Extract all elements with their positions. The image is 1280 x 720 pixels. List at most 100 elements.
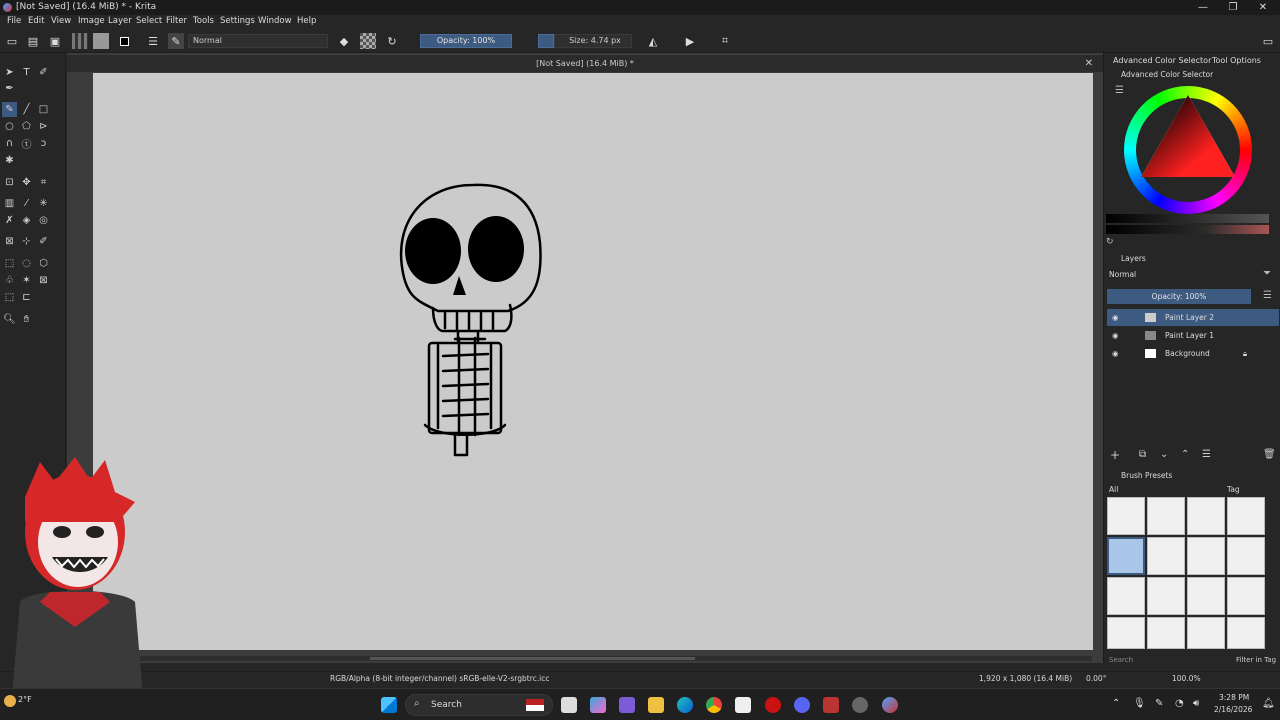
visibility-eye-icon[interactable]: ◉ [1112, 309, 1119, 326]
similar-select-icon[interactable]: ⊠ [36, 273, 51, 288]
text-tool-icon[interactable]: T [19, 65, 34, 80]
transform-tool-icon[interactable]: ⊡ [2, 175, 17, 190]
preserve-alpha-icon[interactable] [360, 33, 376, 49]
menu-filter[interactable]: Filter [166, 16, 187, 26]
ellipse-tool-icon[interactable]: ○ [2, 119, 17, 134]
menu-select[interactable]: Select [136, 16, 162, 26]
color-picker-icon[interactable]: ⁄ [19, 196, 34, 211]
pin-tool-icon[interactable]: ✐ [36, 234, 51, 249]
magnetic-select-icon[interactable]: ⊏ [19, 290, 34, 305]
menu-edit[interactable]: Edit [28, 16, 44, 26]
mirror-vertical-icon[interactable]: ▶ [682, 33, 698, 49]
copilot-icon[interactable] [590, 697, 606, 713]
brush-preset-pencil-2[interactable] [1187, 577, 1225, 615]
line-tool-icon[interactable]: ╱ [19, 102, 34, 117]
brush-search-input[interactable]: Search [1109, 656, 1133, 664]
layer-row-paint-layer-2[interactable]: ◉ Paint Layer 2 [1107, 309, 1279, 326]
visibility-eye-icon[interactable]: ◉ [1112, 345, 1119, 362]
duplicate-layer-icon[interactable]: ⧉ [1139, 449, 1146, 460]
gradient-icon[interactable] [72, 33, 88, 49]
wifi-icon[interactable]: ◔ [1175, 698, 1184, 709]
brush-preset-eraser[interactable] [1107, 497, 1145, 535]
layer-row-paint-layer-1[interactable]: ◉ Paint Layer 1 [1107, 327, 1279, 344]
enclose-fill-icon[interactable]: ◎ [36, 213, 51, 228]
mirror-horizontal-icon[interactable]: ◭ [645, 33, 661, 49]
brush-preset-icon[interactable]: ✎ [168, 33, 184, 49]
close-window-button[interactable]: ✕ [1248, 0, 1278, 15]
brush-preset-color-pen[interactable] [1227, 577, 1265, 615]
menu-image[interactable]: Image [78, 16, 105, 26]
lock-icon[interactable]: 🔒︎ [1243, 345, 1247, 362]
workspace-icon[interactable]: ▭ [1260, 33, 1276, 49]
assistant-tool-icon[interactable]: ✗ [2, 213, 17, 228]
pan-tool-icon[interactable]: ✋︎ [19, 312, 34, 327]
move-layer-up-icon[interactable]: ⌃ [1181, 449, 1189, 460]
clock-time[interactable]: 3:28 PM [1219, 693, 1249, 702]
menu-window[interactable]: Window [258, 16, 292, 26]
brush-preset-dark-row4[interactable] [1187, 617, 1225, 649]
app-icon[interactable] [823, 697, 839, 713]
fill-tool-icon[interactable]: ◈ [19, 213, 34, 228]
tray-chevron-icon[interactable]: ⌃ [1112, 698, 1120, 709]
save-icon[interactable]: ▣ [47, 33, 63, 49]
brush-preset-soft[interactable] [1227, 497, 1265, 535]
smart-patch-icon[interactable]: ✳ [36, 196, 51, 211]
ellipse-select-icon[interactable]: ◌ [19, 256, 34, 271]
size-slider[interactable]: Size: 4.74 px [554, 34, 632, 48]
polygon-select-icon[interactable]: ⬡ [36, 256, 51, 271]
volume-icon[interactable]: 🔊︎ [1193, 698, 1199, 709]
crop-icon[interactable]: ⌗ [717, 33, 733, 49]
tab-tool-options[interactable]: Tool Options [1212, 56, 1261, 65]
delete-layer-icon[interactable]: 🗑︎ [1263, 449, 1276, 460]
rect-select-icon[interactable]: ⬚ [2, 256, 17, 271]
brush-preset-pen-row4[interactable] [1107, 617, 1145, 649]
menu-help[interactable]: Help [297, 16, 316, 26]
rectangle-tool-icon[interactable]: □ [36, 102, 51, 117]
brush-preset-marker[interactable] [1107, 577, 1145, 615]
clock-date[interactable]: 2/16/2026 [1214, 705, 1252, 714]
menu-view[interactable]: View [51, 16, 71, 26]
layer-opacity-slider[interactable]: Opacity: 100% [1107, 289, 1251, 304]
eraser-icon[interactable]: ◆ [336, 33, 352, 49]
size-slider-fill[interactable] [538, 34, 554, 48]
file-explorer-icon[interactable] [648, 697, 664, 713]
shade-selector-bottom[interactable] [1106, 225, 1269, 234]
blend-mode-select[interactable]: Normal [188, 34, 328, 48]
reload-preset-icon[interactable]: ↻ [384, 33, 400, 49]
edge-icon[interactable] [677, 697, 693, 713]
pattern-icon[interactable] [93, 33, 109, 49]
color-settings-icon[interactable]: ☰ [1115, 85, 1127, 97]
edit-shapes-icon[interactable]: ✐ [36, 65, 51, 80]
rotation-value[interactable]: 0.00° [1086, 674, 1106, 683]
weather-widget[interactable]: 2°F [4, 693, 34, 717]
drawing-canvas[interactable] [93, 73, 1093, 650]
task-view-icon[interactable] [561, 697, 577, 713]
new-document-icon[interactable]: ▭ [4, 33, 20, 49]
shade-selector-top[interactable] [1106, 214, 1269, 223]
menu-file[interactable]: File [7, 16, 21, 26]
visibility-eye-icon[interactable]: ◉ [1112, 327, 1119, 344]
freehand-path-icon[interactable]: ⓣ [19, 136, 34, 151]
filter-icon[interactable]: ⏷ [1263, 268, 1275, 280]
brush-preset-sketch[interactable] [1227, 537, 1265, 575]
add-layer-icon[interactable]: + [1110, 448, 1120, 462]
layer-options-icon[interactable]: ☰ [1263, 290, 1275, 302]
bezier-select-icon[interactable]: ⬚ [2, 290, 17, 305]
brush-preset-airbrush[interactable] [1187, 497, 1225, 535]
layer-properties-icon[interactable]: ☰ [1202, 449, 1211, 460]
brush-preset-orange-row4[interactable] [1227, 617, 1265, 649]
freehand-brush-icon[interactable]: ✎ [2, 102, 17, 117]
notification-icon[interactable]: 🔔︎ [1262, 698, 1275, 709]
close-document-icon[interactable]: ✕ [1085, 55, 1093, 72]
filter-in-tag-checkbox[interactable]: Filter in Tag [1236, 656, 1276, 664]
pen-icon[interactable]: ✎ [1155, 698, 1163, 709]
refresh-icon[interactable]: ↻ [1106, 237, 1116, 247]
brush-filter-select[interactable]: All [1109, 485, 1118, 494]
bezier-tool-icon[interactable]: ∩ [2, 136, 17, 151]
brush-preset-selected[interactable] [1107, 537, 1145, 575]
krita-taskbar-icon[interactable] [882, 697, 898, 713]
tab-advanced-color-selector[interactable]: Advanced Color Selector [1113, 56, 1211, 65]
horizontal-scrollbar-thumb[interactable] [370, 657, 695, 660]
opera-icon[interactable] [765, 697, 781, 713]
document-tab[interactable]: [Not Saved] (16.4 MiB) * ✕ [67, 55, 1103, 72]
